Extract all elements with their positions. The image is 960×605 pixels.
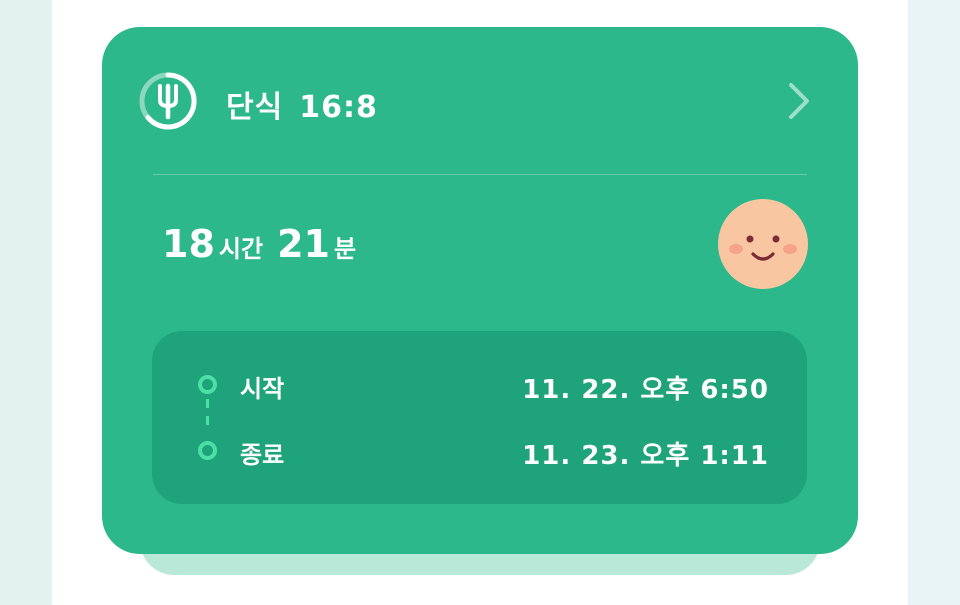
start-row: 시작 11. 22. 오후 6:50 <box>152 365 807 405</box>
start-time[interactable]: 11. 22. 오후 6:50 <box>522 369 769 406</box>
start-dot-icon <box>198 375 217 394</box>
page-background-left <box>0 0 52 605</box>
smiley-face-icon <box>717 198 809 290</box>
elapsed-hours: 18 <box>162 222 215 266</box>
end-time[interactable]: 11. 23. 오후 1:11 <box>522 435 769 472</box>
timeline-connector <box>206 399 209 433</box>
fasting-card[interactable]: 단식 16:8 18 시간 21 분 시작 11. 22. 오후 6:50 종료… <box>102 27 858 554</box>
divider <box>153 174 807 175</box>
elapsed-time: 18 시간 21 분 <box>162 222 370 266</box>
end-label: 종료 <box>240 441 285 469</box>
start-label: 시작 <box>240 375 285 403</box>
elapsed-minutes: 21 <box>277 222 330 266</box>
fasting-plan: 16:8 <box>299 90 378 125</box>
card-header[interactable]: 단식 16:8 <box>138 69 812 133</box>
hours-unit: 시간 <box>218 235 264 263</box>
fasting-label: 단식 <box>226 90 284 125</box>
schedule-panel: 시작 11. 22. 오후 6:50 종료 11. 23. 오후 1:11 <box>152 331 807 504</box>
end-row: 종료 11. 23. 오후 1:11 <box>152 431 807 471</box>
chevron-right-icon[interactable] <box>786 81 812 121</box>
card-title: 단식 16:8 <box>226 82 378 126</box>
minutes-unit: 분 <box>333 235 357 263</box>
end-dot-icon <box>198 441 217 460</box>
page-background-right <box>908 0 960 605</box>
fork-icon <box>138 69 198 133</box>
